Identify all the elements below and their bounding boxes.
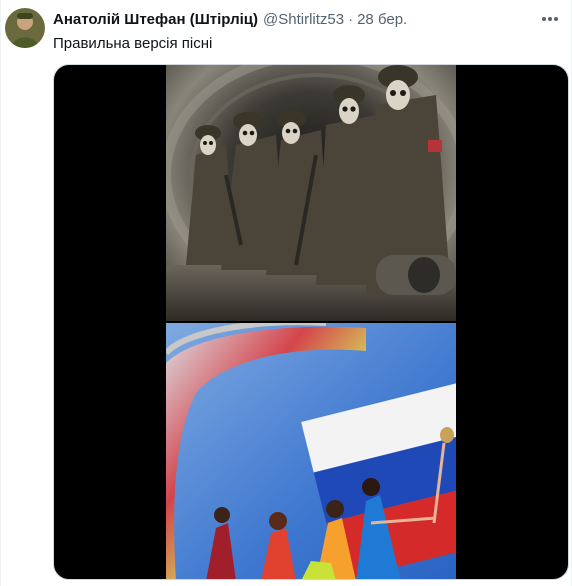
tweet-date[interactable]: 28 бер. — [357, 10, 407, 30]
author-handle[interactable]: @Shtirlitz53 — [263, 10, 344, 30]
media-frame-dancers — [166, 323, 456, 579]
tweet-header: Анатолій Штефан (Штірліц) @Shtirlitz53 ·… — [53, 10, 531, 30]
author-avatar[interactable] — [5, 8, 45, 48]
tweet-text: Правильна версія пісні — [53, 35, 213, 52]
media-frame-skeleton-soldiers — [166, 65, 456, 321]
separator-dot: · — [348, 11, 354, 28]
more-icon[interactable] — [535, 6, 565, 32]
tweet-card[interactable]: Анатолій Штефан (Штірліц) @Shtirlitz53 ·… — [0, 0, 572, 586]
tweet-media[interactable] — [53, 64, 569, 580]
author-name[interactable]: Анатолій Штефан (Штірліц) — [53, 10, 258, 30]
